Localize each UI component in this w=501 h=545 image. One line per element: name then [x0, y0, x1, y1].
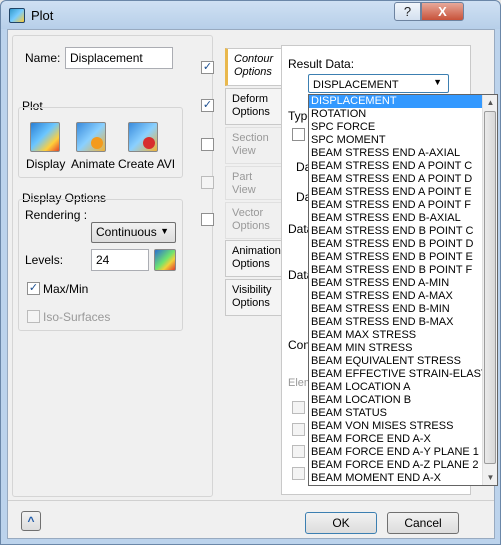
create-avi-button-label: Create AVI	[118, 157, 176, 171]
window-title: Plot	[31, 8, 54, 23]
animate-icon[interactable]	[76, 122, 106, 152]
dropdown-item[interactable]: BEAM STRESS END A POINT E	[309, 186, 497, 199]
dropdown-item[interactable]: BEAM MAX STRESS	[309, 329, 497, 342]
dropdown-item[interactable]: BEAM STRESS END A-AXIAL	[309, 147, 497, 160]
collapse-button[interactable]: ^	[21, 511, 41, 531]
tab-deform-options[interactable]: Deform Options	[225, 88, 282, 125]
name-label: Name:	[25, 51, 61, 65]
elem-option-checkbox-3[interactable]	[292, 445, 305, 458]
dropdown-item[interactable]: BEAM STRESS END B POINT E	[309, 251, 497, 264]
tab-contour-options[interactable]: Contour Options	[225, 48, 282, 86]
play-badge-icon	[91, 137, 103, 149]
rendering-value: Continuous	[96, 225, 157, 239]
dropdown-item[interactable]: BEAM STRESS END B-AXIAL	[309, 212, 497, 225]
help-button[interactable]: ?	[394, 2, 421, 21]
isosurfaces-label: Iso-Surfaces	[43, 310, 111, 324]
contour-options-checkbox[interactable]: ✓	[201, 61, 214, 74]
cancel-button[interactable]: Cancel	[387, 512, 459, 534]
rendering-select[interactable]: Continuous ▼	[91, 222, 176, 243]
maxmin-label: Max/Min	[43, 282, 89, 296]
tab-part-view[interactable]: Part View	[225, 166, 282, 200]
dropdown-item[interactable]: BEAM STRESS END A POINT C	[309, 160, 497, 173]
dropdown-item[interactable]: BEAM STRESS END B POINT F	[309, 264, 497, 277]
rendering-label: Rendering :	[25, 208, 88, 222]
dropdown-item[interactable]: BEAM MOMENT END A-X	[309, 472, 497, 485]
levels-field[interactable]: 24	[91, 249, 149, 271]
dropdown-item[interactable]: BEAM STRESS END A POINT F	[309, 199, 497, 212]
scroll-down-icon[interactable]: ▼	[483, 470, 497, 485]
dropdown-item[interactable]: BEAM STRESS END B POINT C	[309, 225, 497, 238]
dropdown-item[interactable]: DISPLACEMENT	[309, 95, 497, 108]
tab-section-view[interactable]: Section View	[225, 127, 282, 164]
dropdown-item[interactable]: SPC FORCE	[309, 121, 497, 134]
dropdown-scrollbar[interactable]: ▲ ▼	[482, 95, 497, 485]
close-button[interactable]: X	[421, 2, 464, 21]
dropdown-item[interactable]: BEAM MIN STRESS	[309, 342, 497, 355]
dropdown-item[interactable]: BEAM STRESS END B POINT D	[309, 238, 497, 251]
part-view-checkbox[interactable]	[201, 176, 214, 189]
dropdown-item[interactable]: BEAM LOCATION B	[309, 394, 497, 407]
animate-button-label: Animate	[71, 157, 116, 171]
footer-divider	[8, 500, 494, 501]
tab-visibility-options[interactable]: Visibility Options	[225, 279, 282, 316]
dropdown-item[interactable]: SPC MOMENT	[309, 134, 497, 147]
dropdown-item[interactable]: BEAM EQUIVALENT STRESS	[309, 355, 497, 368]
result-data-value: DISPLACEMENT	[313, 79, 399, 91]
dropdown-items: DISPLACEMENT ROTATION SPC FORCE SPC MOMENT B…	[309, 95, 497, 485]
title-bar[interactable]: Plot ? X	[1, 1, 500, 29]
dropdown-item[interactable]: BEAM STRESS END B-MIN	[309, 303, 497, 316]
result-data-dropdown-list[interactable]: DISPLACEMENT ROTATION SPC FORCE SPC MOMENT B…	[308, 94, 498, 486]
name-field[interactable]: Displacement	[65, 47, 173, 69]
maxmin-checkbox[interactable]: ✓	[27, 282, 40, 295]
tab-animation-options[interactable]: Animation Options	[225, 240, 282, 277]
dropdown-item[interactable]: BEAM STATUS	[309, 407, 497, 420]
dropdown-item[interactable]: BEAM STRESS END A-MIN	[309, 277, 497, 290]
dropdown-item[interactable]: BEAM LOCATION A	[309, 381, 497, 394]
dropdown-item[interactable]: BEAM EFFECTIVE STRAIN-ELASTIC	[309, 368, 497, 381]
elem-option-checkbox-2[interactable]	[292, 423, 305, 436]
elem-option-checkbox-1[interactable]	[292, 401, 305, 414]
plot-dialog: Plot ? X Name: Displacement Plot Display…	[0, 0, 501, 545]
hidden-option-checkbox[interactable]	[292, 128, 305, 141]
dropdown-item[interactable]: BEAM FORCE END A-Z PLANE 2	[309, 459, 497, 472]
color-palette-icon[interactable]	[154, 249, 176, 271]
chevron-down-icon: ▼	[160, 226, 169, 236]
display-button-label: Display	[26, 157, 66, 171]
section-view-checkbox[interactable]	[201, 138, 214, 151]
ok-button[interactable]: OK	[305, 512, 377, 534]
dropdown-item[interactable]: BEAM FORCE END A-X	[309, 433, 497, 446]
scroll-thumb[interactable]	[484, 111, 496, 464]
vector-options-checkbox[interactable]	[201, 213, 214, 226]
dropdown-item[interactable]: BEAM FORCE END A-Y PLANE 1	[309, 446, 497, 459]
dropdown-item[interactable]: BEAM VON MISES STRESS	[309, 420, 497, 433]
display-icon[interactable]	[30, 122, 60, 152]
dropdown-item[interactable]: BEAM STRESS END B-MAX	[309, 316, 497, 329]
plot-app-icon	[9, 8, 25, 23]
deform-options-checkbox[interactable]: ✓	[201, 99, 214, 112]
dropdown-item[interactable]: ROTATION	[309, 108, 497, 121]
record-badge-icon	[143, 137, 155, 149]
dropdown-item[interactable]: BEAM STRESS END A-MAX	[309, 290, 497, 303]
result-data-select[interactable]: DISPLACEMENT ▼	[308, 74, 449, 93]
tab-vector-options[interactable]: Vector Options	[225, 202, 282, 239]
dropdown-item[interactable]: BEAM STRESS END A POINT D	[309, 173, 497, 186]
elem-option-checkbox-4[interactable]	[292, 467, 305, 480]
scroll-up-icon[interactable]: ▲	[483, 95, 497, 110]
result-data-label: Result Data:	[288, 57, 355, 71]
create-avi-icon[interactable]	[128, 122, 158, 152]
levels-label: Levels:	[25, 253, 64, 267]
isosurfaces-checkbox[interactable]	[27, 310, 40, 323]
chevron-down-icon: ▼	[433, 77, 442, 87]
